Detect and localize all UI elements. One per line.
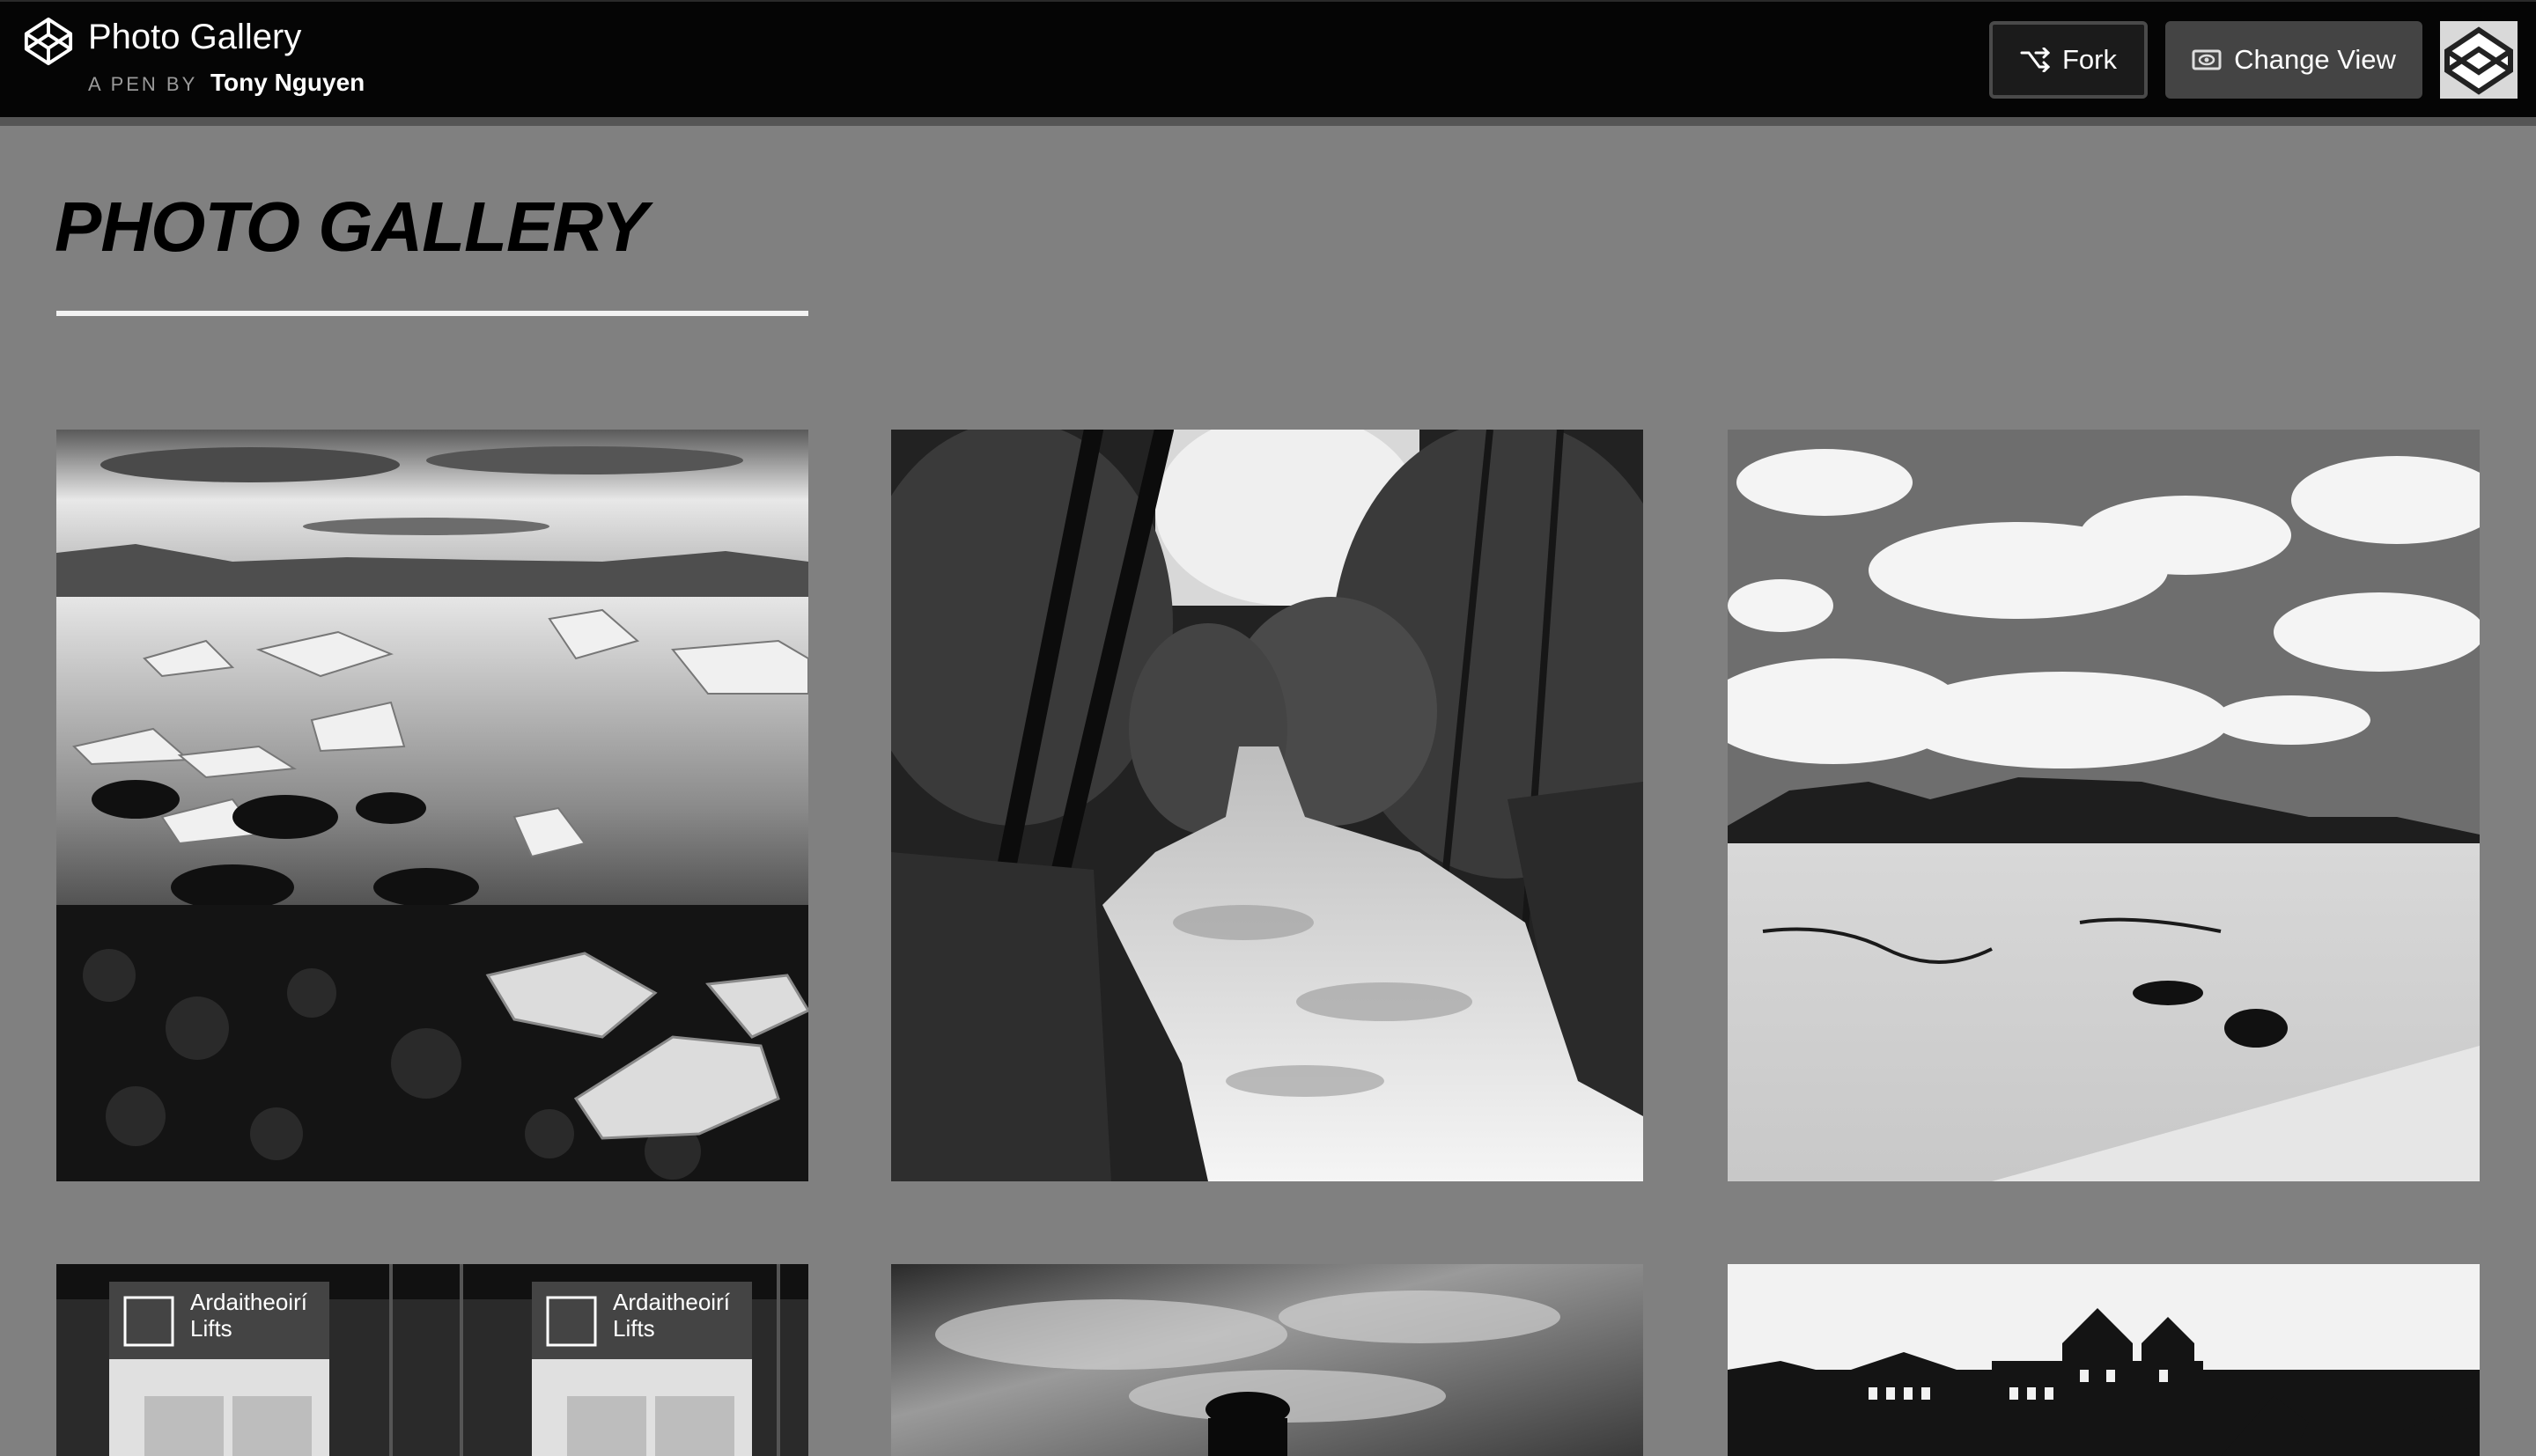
user-avatar[interactable] [2440, 21, 2518, 99]
sign-line-2: Lifts [190, 1315, 232, 1342]
avatar-codepen-icon [2440, 21, 2518, 99]
sign-line-2: Lifts [613, 1315, 655, 1342]
fork-icon [2020, 48, 2050, 72]
pen-byline: A PEN BY Tony Nguyen [88, 69, 365, 97]
top-bar: Photo Gallery A PEN BY Tony Nguyen Fork … [0, 0, 2536, 117]
sign-line-1: Ardaitheoirí [190, 1289, 307, 1315]
gallery-photo-desert[interactable] [1728, 430, 2480, 1181]
title-divider [56, 311, 808, 316]
gallery-photo-glacier[interactable] [56, 430, 808, 1181]
pen-title: Photo Gallery [88, 18, 302, 56]
gallery-photo-lifts[interactable]: Ardaitheoirí Lifts Ardaitheoirí Lifts [56, 1264, 808, 1456]
gallery-photo-waterfall[interactable] [891, 430, 1643, 1181]
lifts-sign-left: Ardaitheoirí Lifts [190, 1289, 307, 1342]
sign-line-1: Ardaitheoirí [613, 1289, 730, 1315]
lifts-sign-right: Ardaitheoirí Lifts [613, 1289, 730, 1342]
author-link[interactable]: Tony Nguyen [210, 69, 365, 96]
codepen-logo-icon[interactable] [23, 16, 74, 67]
fork-button[interactable]: Fork [1989, 21, 2148, 99]
top-bar-shadow [0, 117, 2536, 126]
gallery-photo-sky-silhouette[interactable] [891, 1264, 1643, 1456]
eye-icon [2192, 49, 2222, 70]
fork-label: Fork [2062, 44, 2117, 75]
byline-prefix: A PEN BY [88, 73, 197, 95]
change-view-button[interactable]: Change View [2165, 21, 2422, 99]
change-view-label: Change View [2234, 44, 2396, 75]
gallery-photo-castle[interactable] [1728, 1264, 2480, 1456]
page-title: PHOTO GALLERY [55, 188, 648, 266]
